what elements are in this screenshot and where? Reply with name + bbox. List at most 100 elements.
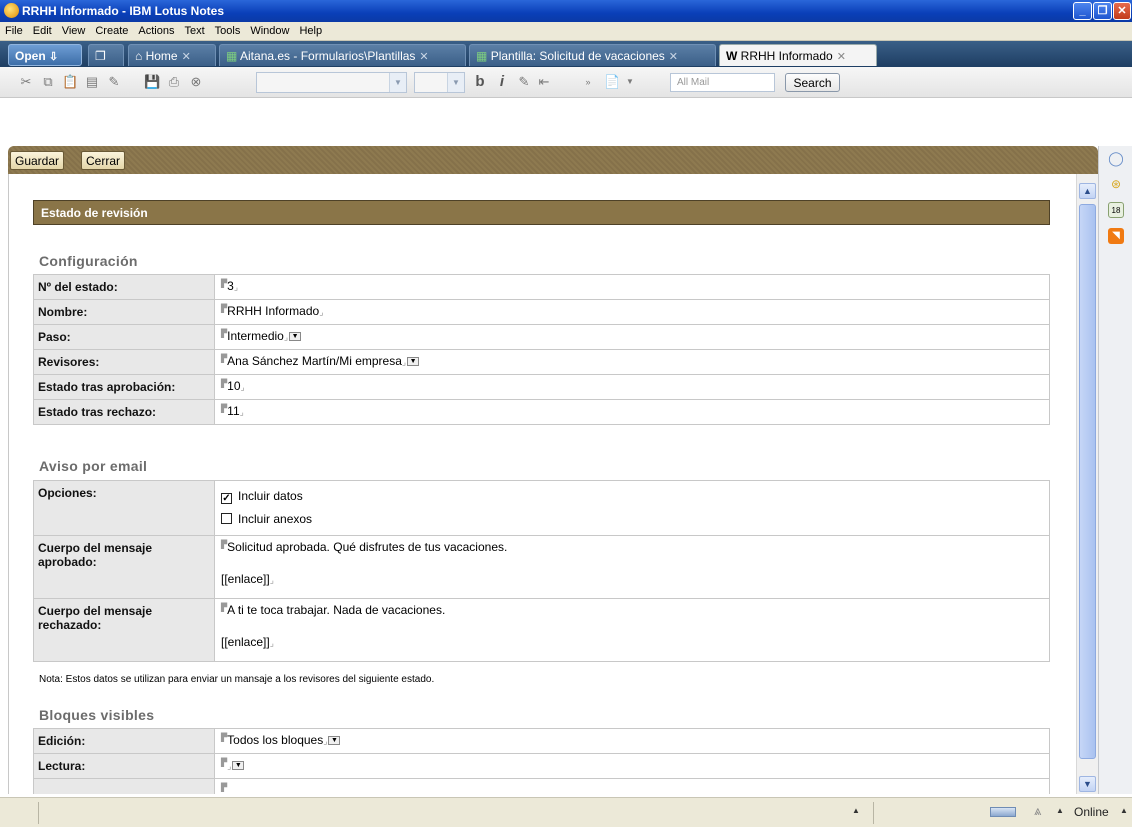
paste-icon[interactable]: 📋	[62, 74, 78, 90]
database-icon: ▦	[226, 49, 238, 63]
document-icon: W	[726, 49, 738, 63]
document-area: Estado de revisión Configuración Nº del …	[8, 174, 1076, 794]
state-after-rejection-label: Estado tras rechazo:	[33, 399, 215, 425]
font-combo[interactable]: ▼	[256, 72, 407, 93]
blocks-title: Bloques visibles	[39, 707, 155, 723]
include-data-option[interactable]: ✓ Incluir datos	[221, 485, 1043, 508]
search-button[interactable]: Search	[785, 73, 840, 92]
highlighter-icon[interactable]: ✎	[516, 74, 532, 90]
state-after-rejection-field[interactable]: ▛11⌟	[214, 399, 1050, 425]
print-icon[interactable]: ⎙	[166, 74, 182, 90]
checkbox-icon[interactable]	[221, 513, 232, 524]
menu-help[interactable]: Help	[294, 22, 327, 37]
bold-icon[interactable]: b	[472, 74, 488, 90]
feed-icon[interactable]: ◥	[1108, 228, 1124, 244]
dropdown-icon[interactable]: ▼	[232, 761, 245, 771]
reviewers-label: Revisores:	[33, 349, 215, 375]
close-tab-icon[interactable]: ✕	[669, 51, 678, 63]
option-label: Incluir datos	[238, 489, 303, 503]
sidebar: ◯ ⊛ 18 ◥	[1098, 146, 1132, 794]
action-bar: Guardar Cerrar	[8, 146, 1098, 174]
include-attachments-option[interactable]: Incluir anexos	[221, 508, 1043, 531]
approved-body-field[interactable]: ▛Solicitud aprobada. Qué disfrutes de tu…	[214, 535, 1050, 599]
status-bar: ▲ ⩓ ▲ Online ▲	[0, 797, 1132, 827]
scrollbar-thumb[interactable]	[1079, 204, 1096, 759]
network-icon[interactable]	[990, 807, 1016, 817]
vertical-scrollbar[interactable]: ▲ ▼	[1076, 174, 1098, 794]
menu-create[interactable]: Create	[90, 22, 133, 37]
menu-text[interactable]: Text	[179, 22, 209, 37]
reviewers-field[interactable]: ▛Ana Sánchez Martín/Mi empresa⌟ ▼	[214, 349, 1050, 375]
cut-off-field[interactable]: ▛	[214, 778, 1050, 794]
chevron-down-icon[interactable]: ▼	[622, 74, 638, 90]
tab-home[interactable]: ⌂ Home ✕	[128, 44, 216, 66]
table-row: Cuerpo del mensaje rechazado: ▛A ti te t…	[33, 598, 1050, 662]
save-button[interactable]: Guardar	[10, 151, 65, 170]
name-field[interactable]: ▛RRHH Informado⌟	[214, 299, 1050, 325]
sametime-icon[interactable]: ⊛	[1108, 176, 1124, 192]
calendar-icon[interactable]: 18	[1108, 202, 1124, 218]
options-label: Opciones:	[33, 480, 215, 536]
chevron-down-icon: ▼	[389, 73, 406, 92]
dropdown-icon[interactable]: ▼	[328, 736, 341, 746]
close-button[interactable]: Cerrar	[81, 151, 126, 170]
close-tab-icon[interactable]: ✕	[837, 51, 846, 63]
close-tab-icon[interactable]: ✕	[419, 51, 428, 63]
arrow-down-icon: ⇩	[49, 51, 59, 63]
menu-window[interactable]: Window	[245, 22, 294, 37]
menu-file[interactable]: File	[0, 22, 28, 37]
chevron-up-icon[interactable]: ▲	[1056, 806, 1064, 815]
field-value: 11	[227, 404, 240, 418]
table-row: ▛	[33, 778, 1050, 794]
edit-field[interactable]: ▛Todos los bloques⌟ ▼	[214, 728, 1050, 754]
chevron-up-icon[interactable]: ▲	[852, 806, 860, 815]
search-input[interactable]: All Mail	[670, 73, 775, 92]
field-value: 3	[227, 279, 234, 293]
italic-icon[interactable]: i	[494, 74, 510, 90]
tab-plantillas[interactable]: ▦ Aitana.es - Formularios\Plantillas ✕	[219, 44, 466, 66]
online-status[interactable]: Online	[1074, 805, 1109, 819]
print-preview-icon[interactable]: ▤	[84, 74, 100, 90]
dropdown-icon[interactable]: ▼	[289, 332, 302, 342]
field-value: Solicitud aprobada. Qué disfrutes de tus…	[227, 540, 508, 554]
step-field[interactable]: ▛Intermedio⌟ ▼	[214, 324, 1050, 350]
checkbox-checked-icon[interactable]: ✓	[221, 493, 232, 504]
state-after-approval-field[interactable]: ▛10⌟	[214, 374, 1050, 400]
menu-actions[interactable]: Actions	[133, 22, 179, 37]
close-tab-icon[interactable]: ✕	[182, 51, 191, 63]
size-combo[interactable]: ▼	[414, 72, 465, 93]
location-icon[interactable]: ⩓	[1034, 803, 1041, 819]
restore-button[interactable]: ❐	[1093, 2, 1112, 20]
close-window-button[interactable]: ✕	[1113, 2, 1131, 20]
tab-solicitud[interactable]: ▦ Plantilla: Solicitud de vacaciones ✕	[469, 44, 716, 66]
search-icon[interactable]: ◯	[1108, 150, 1124, 166]
open-button[interactable]: Open ⇩	[8, 44, 82, 66]
rejected-body-field[interactable]: ▛A ti te toca trabajar. Nada de vacacion…	[214, 598, 1050, 662]
indent-icon[interactable]: ⇤	[536, 74, 552, 90]
save-icon[interactable]: 💾	[144, 74, 160, 90]
chevron-down-icon: ▼	[447, 73, 464, 92]
table-row: Nº del estado: ▛3⌟	[33, 274, 1050, 300]
dropdown-icon[interactable]: ▼	[407, 357, 420, 367]
search-placeholder: All Mail	[677, 77, 710, 88]
stop-icon[interactable]: ⊗	[188, 74, 204, 90]
tab-switcher[interactable]: ❐	[88, 44, 124, 66]
minimize-button[interactable]: _	[1073, 2, 1092, 20]
read-field[interactable]: ▛⌟ ▼	[214, 753, 1050, 779]
field-value: Todos los bloques	[227, 733, 324, 747]
menu-edit[interactable]: Edit	[28, 22, 57, 37]
copy-icon[interactable]: ⧉	[40, 74, 56, 90]
overflow-icon[interactable]: »	[580, 74, 596, 90]
menu-view[interactable]: View	[57, 22, 91, 37]
cut-icon[interactable]: ✂	[18, 74, 34, 90]
new-icon[interactable]: ✎	[106, 74, 122, 90]
scroll-up-icon[interactable]: ▲	[1079, 183, 1096, 199]
blocks-table: Edición: ▛Todos los bloques⌟ ▼ Lectura: ▛…	[33, 728, 1050, 794]
chevron-up-icon[interactable]: ▲	[1120, 806, 1128, 815]
scroll-down-icon[interactable]: ▼	[1079, 776, 1096, 792]
menu-tools[interactable]: Tools	[210, 22, 246, 37]
config-table: Nº del estado: ▛3⌟ Nombre: ▛RRHH Informa…	[33, 274, 1050, 425]
state-number-field[interactable]: ▛3⌟	[214, 274, 1050, 300]
tab-rrhh-informado[interactable]: W RRHH Informado ✕	[719, 44, 877, 66]
attach-icon[interactable]: 📄	[604, 74, 620, 90]
